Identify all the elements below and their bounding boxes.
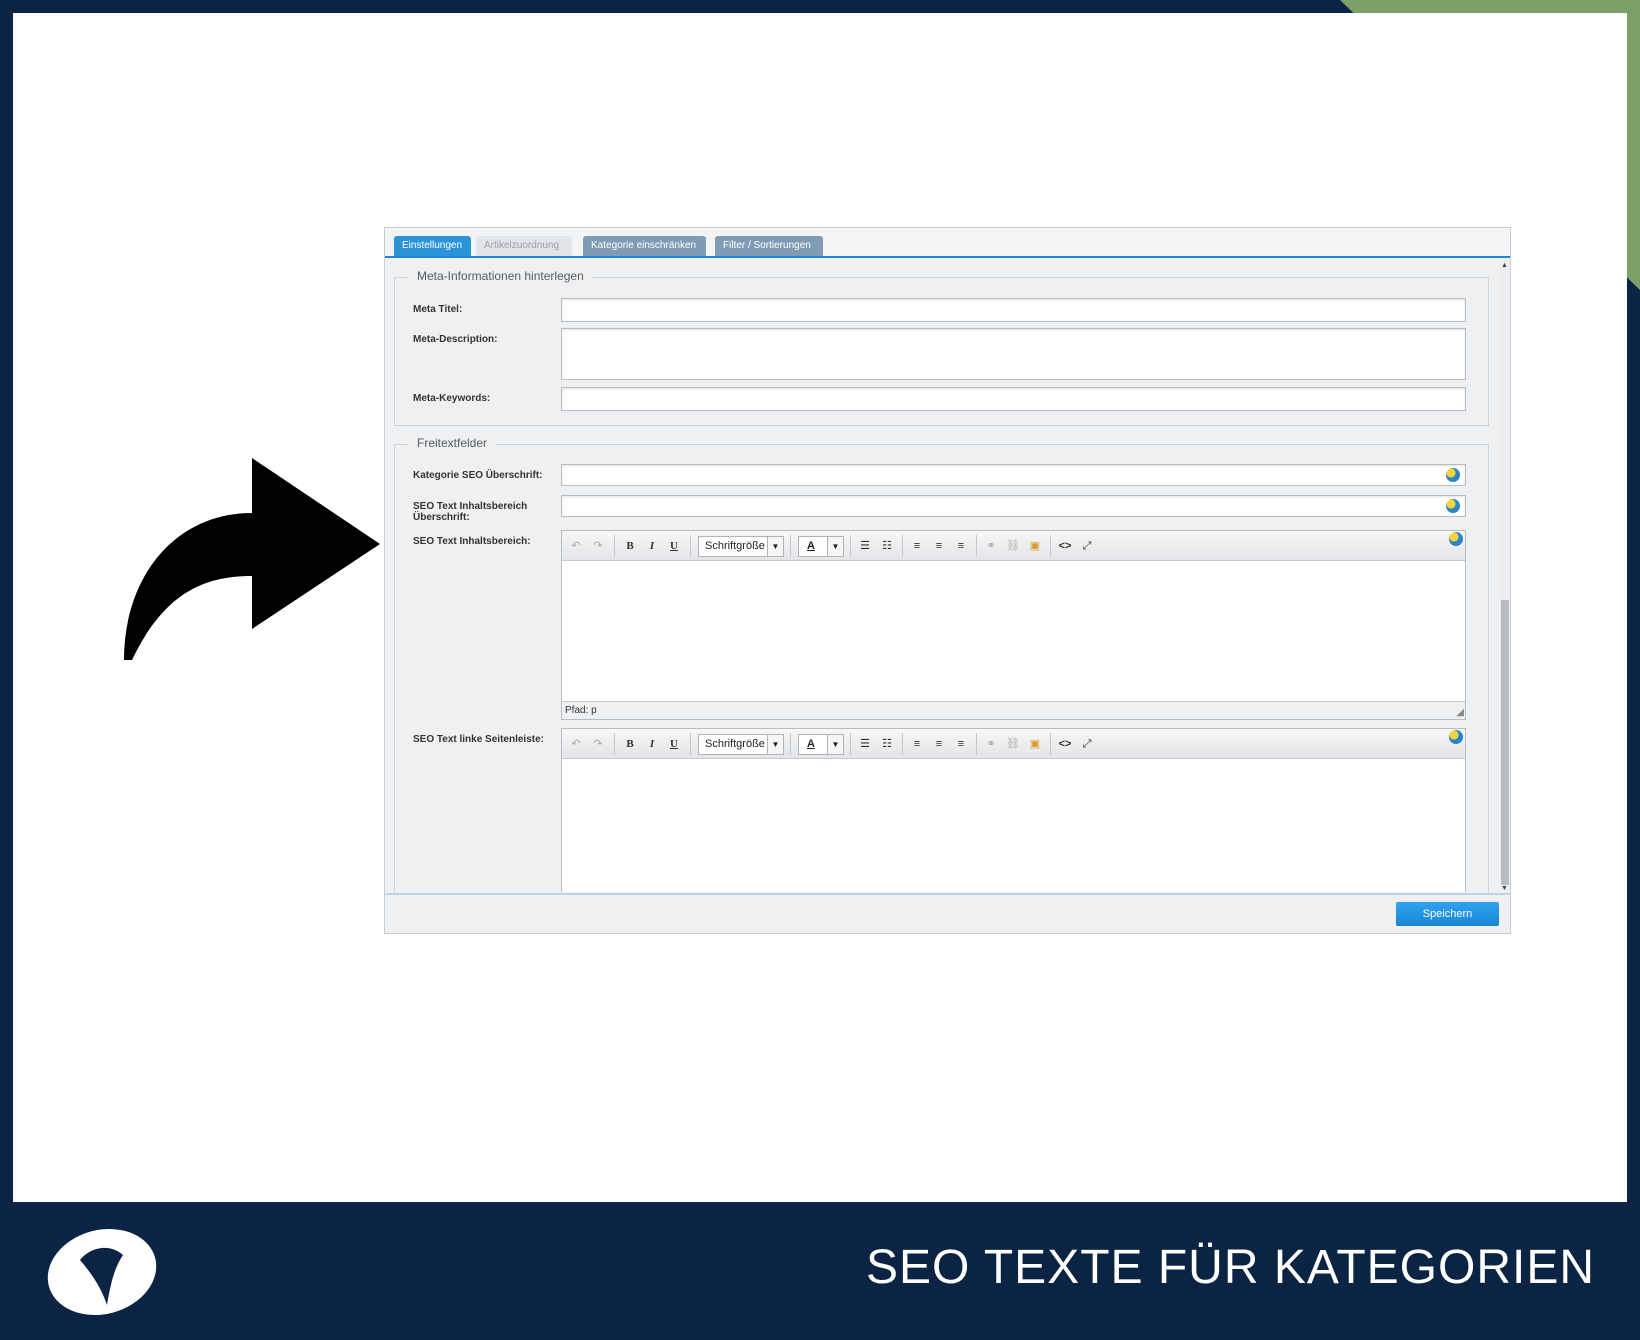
italic-icon[interactable]: I xyxy=(644,734,660,754)
bullet-list-icon[interactable]: ☰ xyxy=(856,734,874,754)
scroll-down-icon[interactable]: ▼ xyxy=(1501,885,1508,892)
tab-artikelzuordnung[interactable]: Artikelzuordnung xyxy=(476,236,572,256)
seo-content-editor[interactable]: ↶ ↷ B I U Schriftgröße ▼ A ▼ ☰ ☷ ≡ ≡ ≡ ⚭… xyxy=(561,530,1466,720)
underline-icon[interactable]: U xyxy=(666,734,682,754)
fullscreen-icon[interactable]: ⤢ xyxy=(1078,536,1096,556)
tab-filter-sortierungen[interactable]: Filter / Sortierungen xyxy=(715,236,823,256)
text-color-icon: A xyxy=(807,738,815,750)
page-title: SEO TEXTE FÜR KATEGORIEN xyxy=(866,1241,1595,1294)
align-center-icon[interactable]: ≡ xyxy=(930,536,948,556)
meta-legend: Meta-Informationen hinterlegen xyxy=(409,269,592,283)
toolbar-separator xyxy=(790,733,791,755)
undo-icon[interactable]: ↶ xyxy=(568,734,584,754)
meta-keywords-label: Meta-Keywords: xyxy=(413,393,491,404)
font-size-value: Schriftgröße xyxy=(705,540,765,552)
save-button[interactable]: Speichern xyxy=(1396,902,1499,926)
align-right-icon[interactable]: ≡ xyxy=(952,536,970,556)
bullet-list-icon[interactable]: ☰ xyxy=(856,536,874,556)
window-footer: Speichern xyxy=(385,893,1510,933)
resize-handle-icon[interactable]: ◢ xyxy=(1456,707,1464,718)
source-code-icon[interactable]: <> xyxy=(1056,734,1074,754)
brand-logo xyxy=(47,1229,157,1315)
chevron-down-icon: ▼ xyxy=(767,735,783,754)
category-editor-window: Einstellungen Artikelzuordnung Kategorie… xyxy=(384,227,1511,934)
editor-path: Pfad: p xyxy=(565,705,597,716)
seo-content-label: SEO Text Inhaltsbereich: xyxy=(413,536,531,547)
meta-description-label: Meta-Description: xyxy=(413,334,498,345)
scroll-thumb[interactable] xyxy=(1501,600,1509,885)
seo-sidebar-editor[interactable]: ↶ ↷ B I U Schriftgröße ▼ A ▼ ☰ ☷ ≡ ≡ ≡ ⚭… xyxy=(561,728,1466,892)
align-right-icon[interactable]: ≡ xyxy=(952,734,970,754)
editor-toolbar: ↶ ↷ B I U Schriftgröße ▼ A ▼ ☰ ☷ ≡ ≡ ≡ ⚭… xyxy=(562,729,1465,759)
image-icon[interactable]: ▣ xyxy=(1026,734,1044,754)
bold-icon[interactable]: B xyxy=(622,734,638,754)
toolbar-separator xyxy=(902,535,903,557)
font-size-value: Schriftgröße xyxy=(705,738,765,750)
font-size-select[interactable]: Schriftgröße ▼ xyxy=(698,734,784,755)
link-icon[interactable]: ⚭ xyxy=(982,734,1000,754)
bold-icon[interactable]: B xyxy=(622,536,638,556)
source-code-icon[interactable]: <> xyxy=(1056,536,1074,556)
italic-icon[interactable]: I xyxy=(644,536,660,556)
meta-description-textarea[interactable] xyxy=(561,328,1466,380)
meta-keywords-input[interactable] xyxy=(561,387,1466,411)
editor-statusbar: Pfad: p xyxy=(562,701,1465,719)
align-left-icon[interactable]: ≡ xyxy=(908,734,926,754)
redo-icon[interactable]: ↷ xyxy=(590,734,606,754)
toolbar-separator xyxy=(850,733,851,755)
underline-icon[interactable]: U xyxy=(666,536,682,556)
seo-heading-input[interactable] xyxy=(561,464,1466,486)
globe-icon[interactable] xyxy=(1446,468,1460,482)
unlink-icon[interactable]: ⛓ xyxy=(1004,734,1022,754)
align-left-icon[interactable]: ≡ xyxy=(908,536,926,556)
numbered-list-icon[interactable]: ☷ xyxy=(878,734,896,754)
meta-title-input[interactable] xyxy=(561,298,1466,322)
font-size-select[interactable]: Schriftgröße ▼ xyxy=(698,536,784,557)
tab-bar: Einstellungen Artikelzuordnung Kategorie… xyxy=(385,228,1510,258)
seo-content-heading-label: SEO Text Inhaltsbereich Überschrift: xyxy=(413,501,528,523)
tab-einstellungen[interactable]: Einstellungen xyxy=(394,236,471,256)
seo-sidebar-label: SEO Text linke Seitenleiste: xyxy=(413,734,544,745)
tab-kategorie-einschraenken[interactable]: Kategorie einschränken xyxy=(583,236,706,256)
scrollbar[interactable]: ▲ ▼ xyxy=(1500,260,1510,892)
align-center-icon[interactable]: ≡ xyxy=(930,734,948,754)
link-icon[interactable]: ⚭ xyxy=(982,536,1000,556)
image-icon[interactable]: ▣ xyxy=(1026,536,1044,556)
freitext-legend: Freitextfelder xyxy=(409,436,496,450)
toolbar-separator xyxy=(790,535,791,557)
curved-arrow-icon xyxy=(124,458,380,660)
scroll-up-icon[interactable]: ▲ xyxy=(1501,262,1508,269)
toolbar-separator xyxy=(902,733,903,755)
toolbar-separator xyxy=(976,535,977,557)
seo-content-heading-input[interactable] xyxy=(561,495,1466,517)
toolbar-separator xyxy=(1050,535,1051,557)
globe-icon[interactable] xyxy=(1449,730,1463,744)
text-color-select[interactable]: A ▼ xyxy=(798,536,844,557)
toolbar-separator xyxy=(976,733,977,755)
fullscreen-icon[interactable]: ⤢ xyxy=(1078,734,1096,754)
toolbar-separator xyxy=(614,535,615,557)
globe-icon[interactable] xyxy=(1449,532,1463,546)
toolbar-separator xyxy=(690,535,691,557)
chevron-down-icon: ▼ xyxy=(767,537,783,556)
toolbar-separator xyxy=(1050,733,1051,755)
globe-icon[interactable] xyxy=(1446,499,1460,513)
text-color-select[interactable]: A ▼ xyxy=(798,734,844,755)
meta-title-label: Meta Titel: xyxy=(413,304,463,315)
numbered-list-icon[interactable]: ☷ xyxy=(878,536,896,556)
chevron-down-icon: ▼ xyxy=(827,735,843,754)
editor-toolbar: ↶ ↷ B I U Schriftgröße ▼ A ▼ ☰ ☷ ≡ ≡ ≡ ⚭… xyxy=(562,531,1465,561)
unlink-icon[interactable]: ⛓ xyxy=(1004,536,1022,556)
toolbar-separator xyxy=(614,733,615,755)
redo-icon[interactable]: ↷ xyxy=(590,536,606,556)
undo-icon[interactable]: ↶ xyxy=(568,536,584,556)
chevron-down-icon: ▼ xyxy=(827,537,843,556)
text-color-icon: A xyxy=(807,540,815,552)
toolbar-separator xyxy=(690,733,691,755)
seo-heading-label: Kategorie SEO Überschrift: xyxy=(413,470,543,481)
toolbar-separator xyxy=(850,535,851,557)
